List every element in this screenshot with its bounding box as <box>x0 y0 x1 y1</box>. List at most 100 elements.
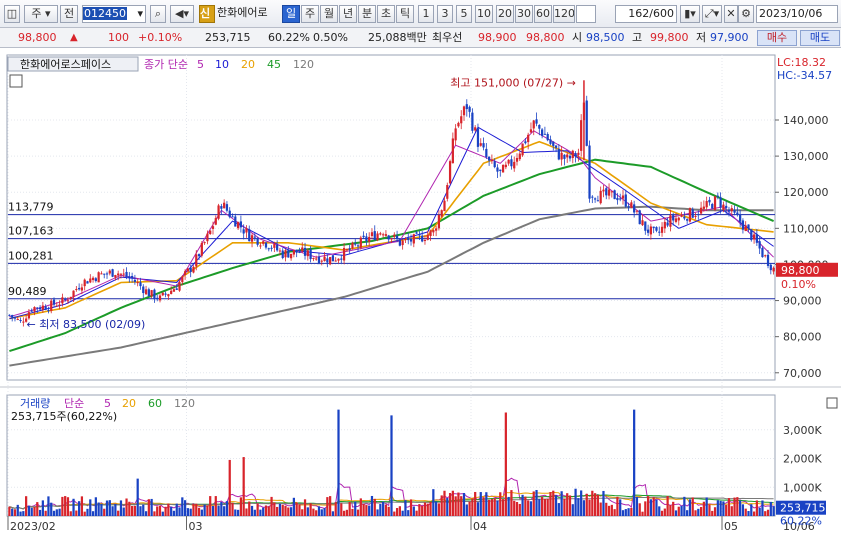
candle <box>407 238 410 241</box>
volume-bar <box>256 503 259 516</box>
volume-bar <box>524 496 527 516</box>
interval-tab-120[interactable]: 120 <box>553 5 575 23</box>
volume-bar <box>295 502 298 516</box>
candle <box>588 145 591 199</box>
settings-icon[interactable]: ⚙ <box>738 5 754 23</box>
quote-bar: 98,800 ▲ 100 +0.10% 253,715 60.22% 0.50%… <box>0 28 841 48</box>
volume-bar <box>264 505 268 516</box>
candle <box>66 300 70 302</box>
high-label: 고 <box>632 31 643 44</box>
candle <box>8 314 11 316</box>
volume-bar <box>340 503 343 516</box>
sell-button[interactable]: 매도 <box>800 30 840 46</box>
candle <box>395 235 399 240</box>
candle <box>610 191 613 193</box>
interval-tab-10[interactable]: 10 <box>475 5 493 23</box>
candle <box>426 234 429 240</box>
code-input[interactable]: 012450 ▾ <box>82 5 146 23</box>
interval-tab-1[interactable]: 1 <box>418 5 434 23</box>
volume-bar <box>211 505 215 516</box>
volume-bar <box>384 504 388 516</box>
volume-bar <box>722 501 725 516</box>
legend-ma-20: 20 <box>241 58 255 71</box>
tool-icon[interactable]: ⤢▾ <box>702 5 722 23</box>
open-price: 98,500 <box>586 31 625 44</box>
candle <box>239 221 243 228</box>
candle <box>683 216 686 219</box>
candle <box>323 256 326 262</box>
search-icon[interactable]: ⌕ <box>150 5 166 23</box>
scope-button[interactable]: 전 <box>60 5 78 23</box>
volume-bar <box>267 506 270 516</box>
period-tab-1[interactable]: 주 <box>301 5 319 23</box>
candle <box>50 300 53 311</box>
volume-bar <box>577 498 580 516</box>
candle-type-icon[interactable]: ▮▾ <box>680 5 700 23</box>
period-tab-4[interactable]: 분 <box>358 5 376 23</box>
x-tick-label: 2023/02 <box>10 520 56 533</box>
clear-icon[interactable]: ✕ <box>724 5 738 23</box>
interval-input[interactable] <box>576 5 596 23</box>
candle <box>214 218 217 225</box>
volume-value: 253,715 <box>205 31 251 44</box>
candle <box>688 208 692 222</box>
interval-tab-5[interactable]: 5 <box>456 5 472 23</box>
volume-bar <box>356 509 360 516</box>
candle <box>713 196 717 211</box>
period-tab-6[interactable]: 틱 <box>396 5 414 23</box>
period-tab-2[interactable]: 월 <box>320 5 338 23</box>
period-tab-0[interactable]: 일 <box>282 5 300 23</box>
candle <box>719 197 722 208</box>
candle <box>521 143 524 156</box>
volume-bar <box>574 488 577 516</box>
candle <box>354 243 357 245</box>
volume-bar <box>153 511 156 516</box>
interval-tab-30[interactable]: 30 <box>515 5 533 23</box>
code-value: 012450 <box>83 7 127 20</box>
volume-bar <box>64 496 67 516</box>
candle <box>365 236 368 241</box>
y-tick-label: 80,000 <box>783 331 822 344</box>
volume-bar <box>448 493 452 516</box>
candle <box>554 145 558 148</box>
volume-bar <box>217 505 220 516</box>
volume-bar <box>485 492 488 516</box>
period-select[interactable]: 주 ▾ <box>24 5 58 23</box>
volume-legend-name: 거래량 <box>20 397 50 410</box>
volume-bar <box>144 511 148 516</box>
volume-bar <box>423 502 427 516</box>
volume-bar <box>80 496 84 516</box>
volume-bar <box>284 505 287 516</box>
count-input[interactable]: 162/600 <box>615 5 677 23</box>
speaker-icon[interactable]: ◀▾ <box>170 5 194 23</box>
period-tab-3[interactable]: 년 <box>339 5 357 23</box>
low-price: 97,900 <box>710 31 749 44</box>
volume-bar <box>262 507 265 516</box>
candle <box>172 289 176 292</box>
interval-tab-60[interactable]: 60 <box>534 5 552 23</box>
layout-icon[interactable]: ◫ <box>4 5 20 23</box>
buy-button[interactable]: 매수 <box>757 30 797 46</box>
date-input[interactable]: 2023/10/06 <box>756 5 838 23</box>
volume-bar <box>44 510 47 516</box>
candle <box>716 195 719 197</box>
candle <box>490 160 494 162</box>
interval-tab-20[interactable]: 20 <box>496 5 514 23</box>
stock-chart[interactable]: 113,779 107,163 100,281 90,489 140,000 130,0… <box>0 50 841 540</box>
candle <box>86 281 89 284</box>
volume-bar <box>677 506 680 516</box>
volume-bar <box>602 490 605 516</box>
interval-tab-3[interactable]: 3 <box>437 5 453 23</box>
candle <box>153 289 156 300</box>
candle <box>368 236 371 242</box>
volume-bar <box>103 508 106 516</box>
volume-bar <box>270 496 273 516</box>
period-tab-5[interactable]: 초 <box>377 5 395 23</box>
candle <box>674 218 678 222</box>
volume-bar <box>476 502 480 516</box>
candle <box>741 220 745 230</box>
volume-bar <box>638 503 641 516</box>
volume-bar <box>429 501 432 516</box>
volume-bar <box>139 506 142 516</box>
candle <box>245 228 248 233</box>
